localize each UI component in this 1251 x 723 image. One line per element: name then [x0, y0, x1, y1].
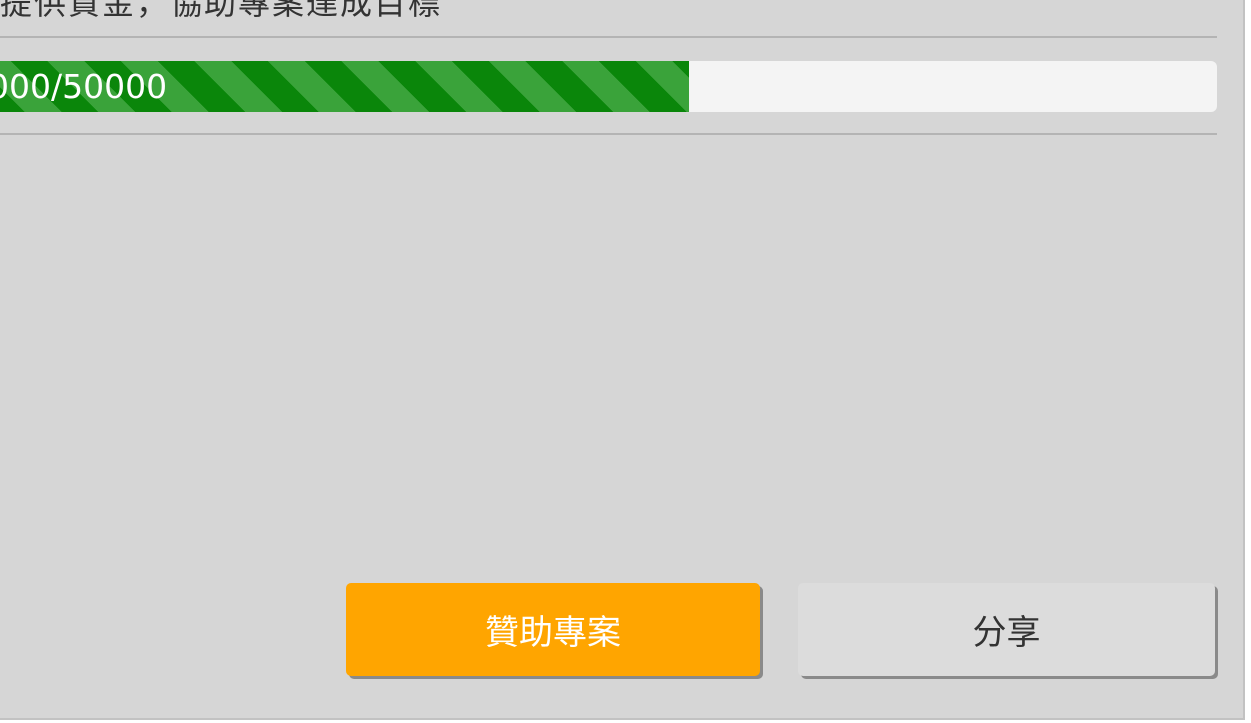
- sponsor-project-button[interactable]: 贊助專案: [346, 583, 760, 676]
- panel-heading: 提供資金，協助專案達成目標: [0, 0, 443, 22]
- top-divider: [0, 36, 1217, 38]
- share-button[interactable]: 分享: [798, 583, 1215, 676]
- funding-progress-label: 000/50000: [0, 67, 168, 106]
- project-panel: 提供資金，協助專案達成目標 000/50000 贊助專案 分享: [0, 0, 1245, 720]
- funding-progress-bar: 000/50000: [0, 61, 1217, 112]
- bottom-divider: [0, 133, 1217, 135]
